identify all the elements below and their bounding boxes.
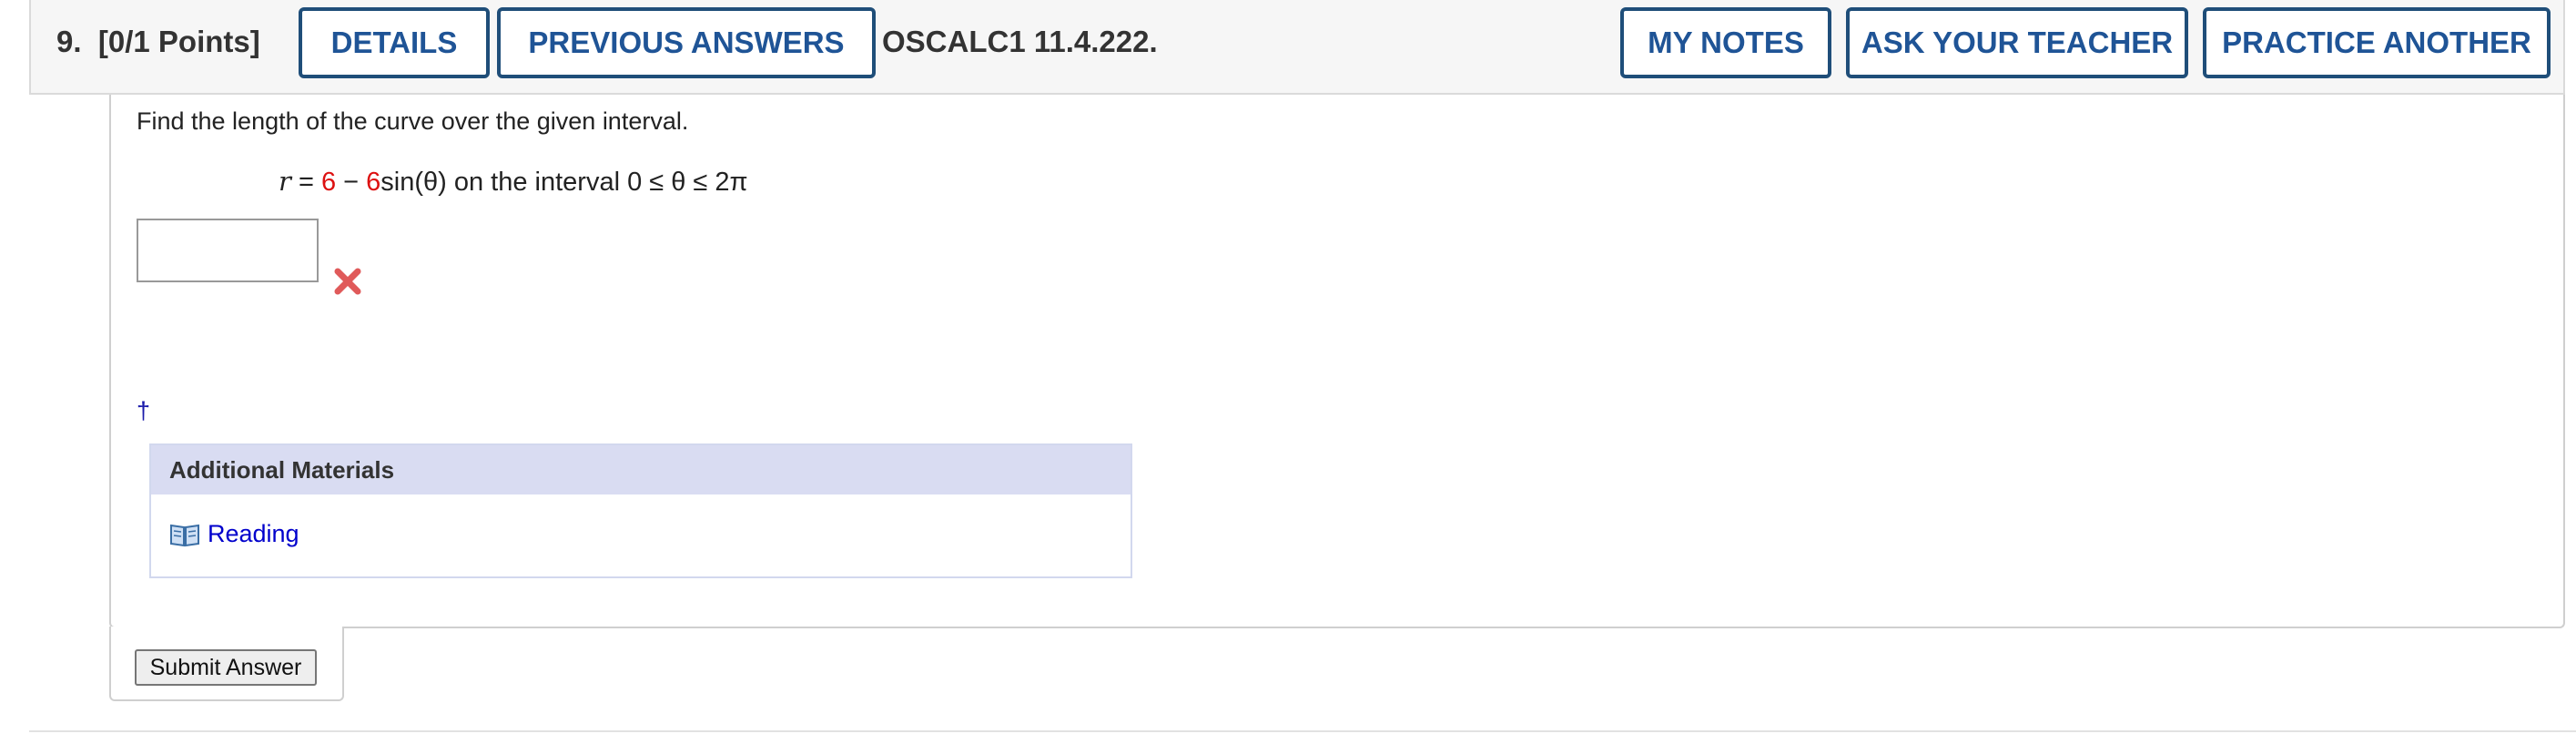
equation-variable: r <box>279 166 291 197</box>
equation-minus: − <box>343 168 360 197</box>
submit-answer-button[interactable]: Submit Answer <box>135 649 317 686</box>
equation-interval: on the interval 0 ≤ θ ≤ 2π <box>453 168 748 197</box>
question-number: 9. <box>56 25 82 58</box>
reading-label[interactable]: Reading <box>208 520 299 548</box>
previous-answers-button[interactable]: PREVIOUS ANSWERS <box>497 7 876 78</box>
details-button[interactable]: DETAILS <box>299 7 490 78</box>
practice-another-button[interactable]: PRACTICE ANOTHER <box>2203 7 2551 78</box>
x-mark-icon <box>334 268 361 295</box>
book-icon <box>170 524 199 546</box>
equation-constant-a: 6 <box>320 168 337 197</box>
question-prompt: Find the length of the curve over the gi… <box>137 107 689 135</box>
question-code: OSCALC1 11.4.222. <box>882 25 1158 58</box>
equation: r = 6 − 6sin(θ) on the interval 0 ≤ θ ≤ … <box>279 166 748 198</box>
answer-input[interactable] <box>137 219 319 282</box>
question-header: 9. [0/1 Points] DETAILS PREVIOUS ANSWERS… <box>29 0 2565 95</box>
question-points: 9. [0/1 Points] <box>56 25 260 59</box>
equation-equals: = <box>298 168 314 197</box>
ask-your-teacher-button[interactable]: ASK YOUR TEACHER <box>1846 7 2188 78</box>
additional-materials: Additional Materials Reading <box>149 443 1132 578</box>
dagger-marker: † <box>137 397 151 424</box>
additional-materials-heading: Additional Materials <box>151 445 1131 494</box>
equation-function: sin(θ) <box>380 168 447 197</box>
footer-divider <box>29 730 2576 732</box>
points-label: [0/1 Points] <box>97 25 260 58</box>
my-notes-button[interactable]: MY NOTES <box>1620 7 1831 78</box>
equation-constant-b: 6 <box>366 168 381 197</box>
reading-link[interactable]: Reading <box>169 520 299 548</box>
